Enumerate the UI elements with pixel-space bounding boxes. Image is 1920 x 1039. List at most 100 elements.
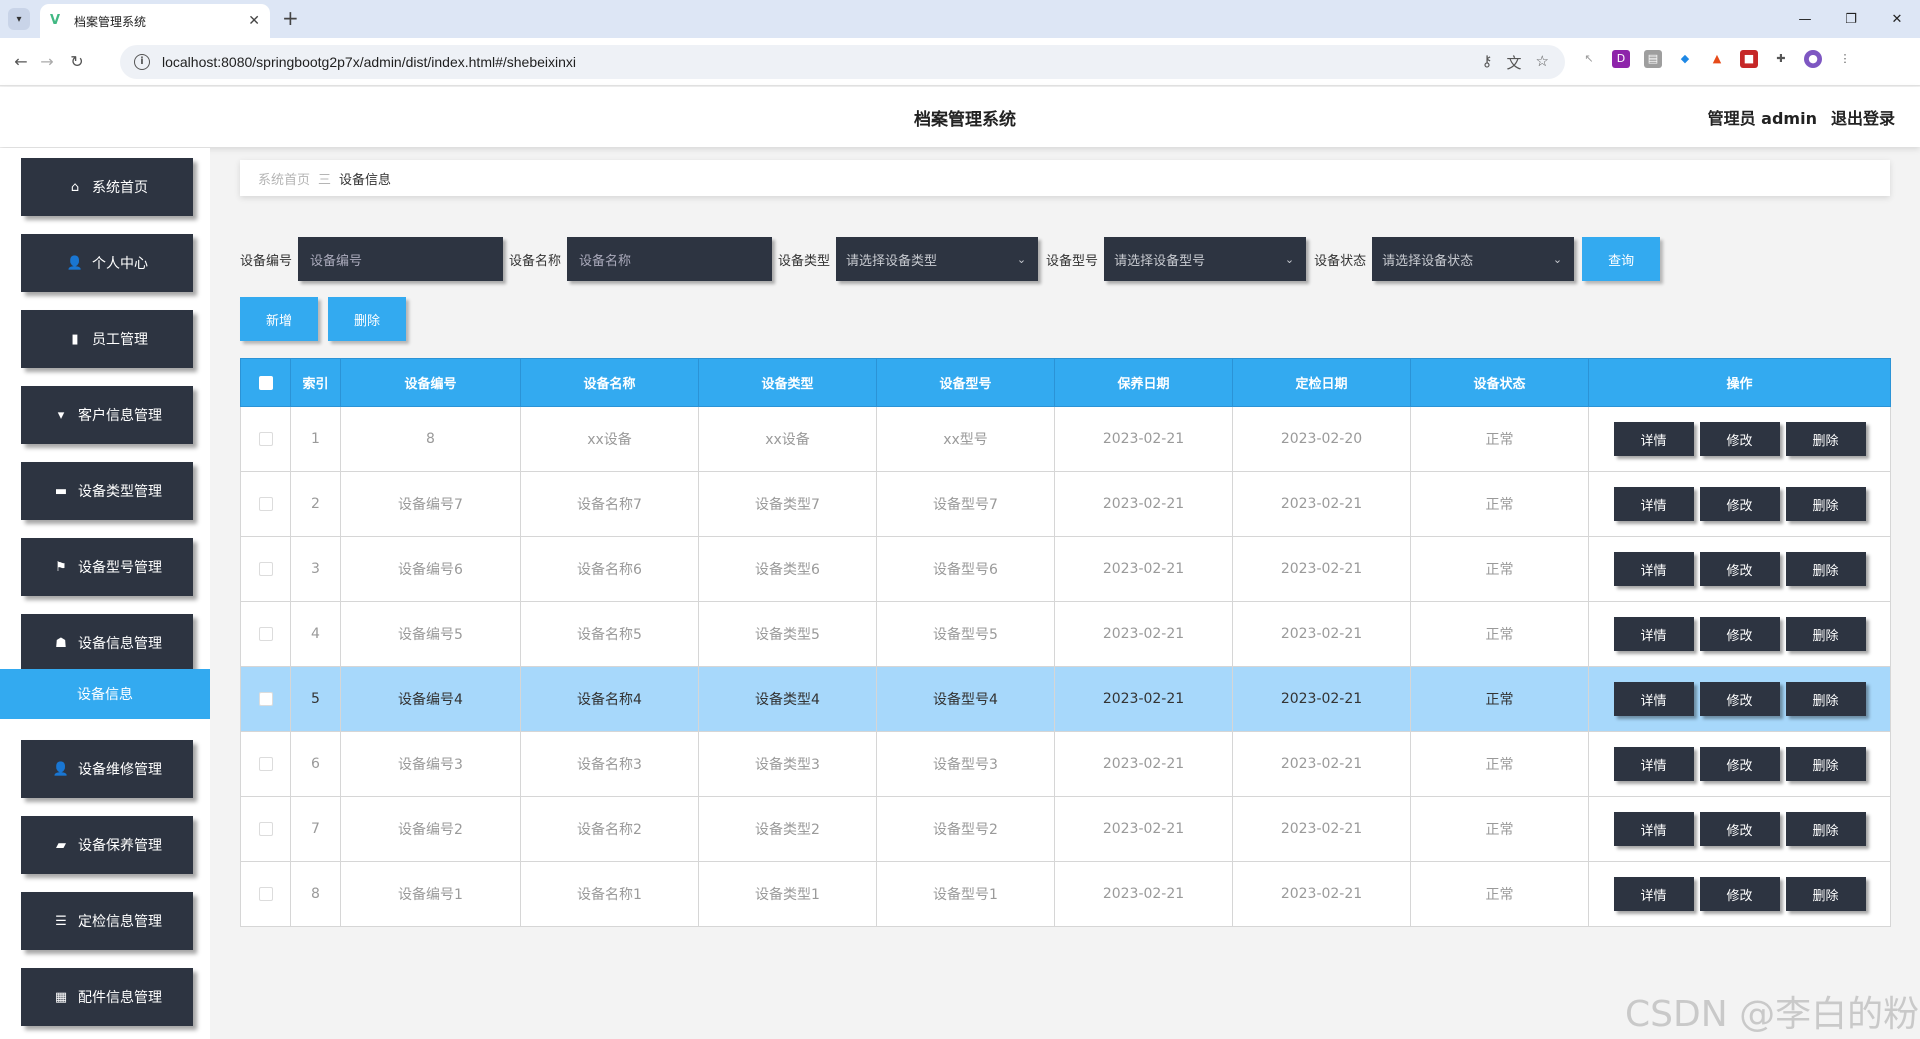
red-ext-icon[interactable]: ■ [1740,50,1758,68]
sidebar-item-customers[interactable]: ▾ 客户信息管理 [21,386,193,444]
row-select-cell [240,406,291,472]
table-row[interactable]: 7 设备编号2 设备名称2 设备类型2 设备型号2 2023-02-21 2023-02-2… [240,796,1891,862]
table-row[interactable]: 3 设备编号6 设备名称6 设备类型6 设备型号6 2023-02-21 2023-02-2… [240,536,1891,602]
add-button[interactable]: 新增 [240,297,318,341]
select-all-cell [240,358,291,407]
profile-avatar[interactable]: ● [1804,50,1822,68]
submenu-device-info[interactable]: 设备信息 [0,669,210,719]
star-icon[interactable]: ☆ [1536,52,1549,73]
user-icon: 👤 [52,761,70,777]
delete-button[interactable]: 删除 [1785,682,1866,716]
row-actions-cell: 详情 修改 删除 [1588,666,1891,732]
blue-ext-icon[interactable]: ◆ [1676,50,1694,68]
browser-tab[interactable]: V 档案管理系统 ✕ [40,4,270,38]
table-row[interactable]: 1 8 xx设备 xx设备 xx型号 2023-02-21 2023-02-20 正常 详情 修改… [240,406,1891,472]
table-row[interactable]: 5 设备编号4 设备名称4 设备类型4 设备型号4 2023-02-21 2023-02-2… [240,666,1891,732]
device-name-input[interactable]: 设备名称 [567,237,773,281]
purple-ext-icon[interactable]: D [1612,50,1630,68]
restore-icon[interactable]: ❐ [1828,0,1874,38]
edit-button[interactable]: 修改 [1699,747,1780,781]
breadcrumb-home[interactable]: 系统首页 [258,169,310,188]
key-icon[interactable]: ⚷ [1482,52,1493,73]
site-info-icon[interactable]: i [134,54,150,70]
table-row[interactable]: 2 设备编号7 设备名称7 设备类型7 设备型号7 2023-02-21 2023-02-2… [240,471,1891,537]
select-all-checkbox[interactable] [258,375,273,390]
row-checkbox[interactable] [258,692,273,706]
gray-ext-icon[interactable]: ▤ [1644,50,1662,68]
detail-button[interactable]: 详情 [1613,812,1694,846]
address-bar[interactable]: i localhost:8080/springbootg2p7x/admin/d… [120,45,1565,79]
batch-delete-button[interactable]: 删除 [328,297,406,341]
device-type-select[interactable]: 请选择设备类型 ⌄ [836,237,1039,281]
translate-icon[interactable]: 文 [1507,52,1522,73]
orange-ext-icon[interactable]: ▲ [1708,50,1726,68]
close-window-icon[interactable]: ✕ [1874,0,1920,38]
detail-button[interactable]: 详情 [1613,552,1694,586]
delete-button[interactable]: 删除 [1785,747,1866,781]
sidebar-item-repairs[interactable]: 👤 设备维修管理 [21,740,193,798]
edit-button[interactable]: 修改 [1699,552,1780,586]
sidebar-item-inspection[interactable]: ☰ 定检信息管理 [21,892,193,950]
edit-button[interactable]: 修改 [1699,812,1780,846]
delete-button[interactable]: 删除 [1785,617,1866,651]
search-form: 设备编号 设备编号 设备名称 设备名称 设备类型 请选择设备类型 ⌄ 设备型号 请… [240,237,1661,281]
delete-button[interactable]: 删除 [1785,552,1866,586]
table-row[interactable]: 4 设备编号5 设备名称5 设备类型5 设备型号5 2023-02-21 2023-02-2… [240,601,1891,667]
reload-icon[interactable]: ↻ [66,51,88,73]
row-checkbox[interactable] [258,627,273,641]
row-checkbox[interactable] [258,822,273,836]
edit-button[interactable]: 修改 [1699,487,1780,521]
chevron-down-icon: ⌄ [1284,252,1295,266]
table-row[interactable]: 8 设备编号1 设备名称1 设备类型1 设备型号1 2023-02-21 2023-02-2… [240,861,1891,927]
device-model-select[interactable]: 请选择设备型号 ⌄ [1104,237,1307,281]
device-no-input[interactable]: 设备编号 [298,237,504,281]
delete-button[interactable]: 删除 [1785,422,1866,456]
detail-button[interactable]: 详情 [1613,422,1694,456]
row-select-cell [240,471,291,537]
sidebar-item-profile[interactable]: 👤 个人中心 [21,234,193,292]
puzzle-icon[interactable]: ✚ [1772,50,1790,68]
edit-button[interactable]: 修改 [1699,617,1780,651]
device-no-label: 设备编号 [240,253,293,269]
row-checkbox[interactable] [258,432,273,446]
row-checkbox[interactable] [258,757,273,771]
table-cell: 设备名称7 [520,471,699,537]
query-button[interactable]: 查询 [1582,237,1661,281]
sidebar-item-staff[interactable]: ▮ 员工管理 [21,310,193,368]
edit-button[interactable]: 修改 [1699,682,1780,716]
sidebar-item-parts[interactable]: ▦ 配件信息管理 [21,968,193,1026]
tab-list-button[interactable]: ▾ [8,8,30,30]
tab-close-icon[interactable]: ✕ [248,13,260,29]
sidebar-item-device-types[interactable]: ▬ 设备类型管理 [21,462,193,520]
detail-button[interactable]: 详情 [1613,747,1694,781]
device-model-label: 设备型号 [1046,253,1099,269]
sidebar-item-device-info[interactable]: ☗ 设备信息管理 [21,614,193,672]
back-icon[interactable]: ← [10,51,32,73]
sidebar-item-maintenance[interactable]: ▰ 设备保养管理 [21,816,193,874]
row-checkbox[interactable] [258,497,273,511]
browser-menu-icon[interactable]: ⋮ [1836,50,1854,68]
detail-button[interactable]: 详情 [1613,617,1694,651]
url-text[interactable]: localhost:8080/springbootg2p7x/admin/dis… [162,54,1482,70]
edit-button[interactable]: 修改 [1699,422,1780,456]
sidebar-item-device-models[interactable]: ⚑ 设备型号管理 [21,538,193,596]
row-checkbox[interactable] [258,887,273,901]
table-cell: 2023-02-21 [1232,796,1411,862]
new-tab-icon[interactable]: + [282,8,299,28]
delete-button[interactable]: 删除 [1785,812,1866,846]
delete-button[interactable]: 删除 [1785,487,1866,521]
table-row[interactable]: 6 设备编号3 设备名称3 设备类型3 设备型号3 2023-02-21 2023-02-2… [240,731,1891,797]
minimize-icon[interactable]: — [1782,0,1828,38]
sidebar-item-home[interactable]: ⌂ 系统首页 [21,158,193,216]
detail-button[interactable]: 详情 [1613,877,1694,911]
window-controls: — ❐ ✕ [1782,0,1920,38]
row-checkbox[interactable] [258,562,273,576]
edit-button[interactable]: 修改 [1699,877,1780,911]
delete-button[interactable]: 删除 [1785,877,1866,911]
device-status-select[interactable]: 请选择设备状态 ⌄ [1372,237,1575,281]
forward-icon[interactable]: → [36,51,58,73]
detail-button[interactable]: 详情 [1613,487,1694,521]
cursor-ext-icon[interactable]: ↖ [1580,50,1598,68]
detail-button[interactable]: 详情 [1613,682,1694,716]
logout-link[interactable]: 退出登录 [1831,105,1895,129]
